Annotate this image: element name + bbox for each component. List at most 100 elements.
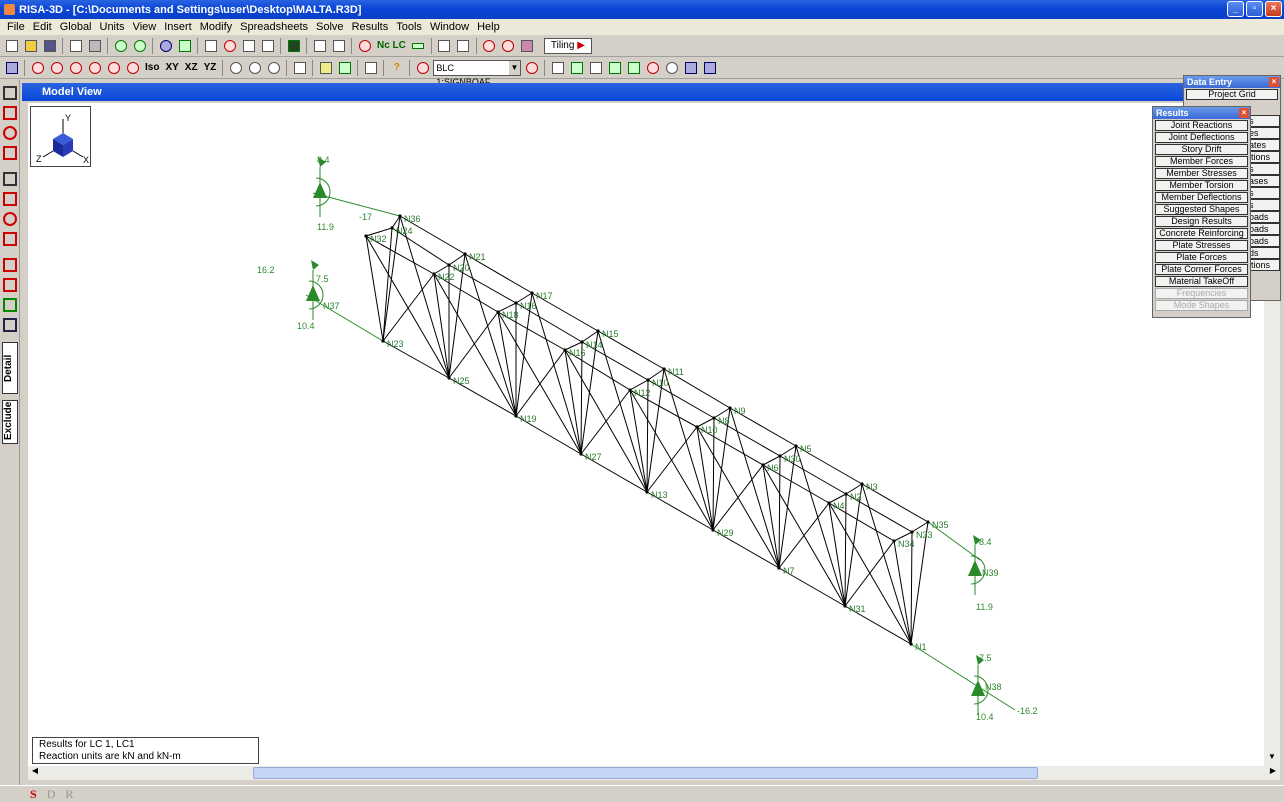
status-r[interactable]: R <box>65 787 73 802</box>
results-item-plate-corner-forces[interactable]: Plate Corner Forces <box>1155 264 1248 275</box>
joint[interactable] <box>398 214 402 218</box>
close-button[interactable]: × <box>1265 1 1282 17</box>
data-entry-close-icon[interactable]: × <box>1269 77 1279 87</box>
joint[interactable] <box>563 348 567 352</box>
shear-icon[interactable] <box>606 59 623 76</box>
data-entry-partial-item[interactable]: s <box>1246 187 1280 199</box>
truss-model[interactable]: N36N24N32N21N20N22N23N25N17N16N18N19N15N… <box>28 103 1264 766</box>
help-icon[interactable]: ? <box>388 59 405 76</box>
joint[interactable] <box>646 378 650 382</box>
menu-spreadsheets[interactable]: Spreadsheets <box>236 21 312 33</box>
joint[interactable] <box>645 490 649 494</box>
data-entry-partial-item[interactable]: s <box>1246 115 1280 127</box>
view-iso-button[interactable]: Iso <box>143 62 161 73</box>
view-xy-button[interactable]: XY <box>163 62 180 73</box>
spreadsheet-icon[interactable] <box>311 37 328 54</box>
joint[interactable] <box>728 406 732 410</box>
model-view-canvas[interactable]: N36 N24 N32 N21 N20 N22 N23 N25 N17 N16 N18 N19 N15 N… <box>28 103 1264 766</box>
plates-icon[interactable] <box>240 37 257 54</box>
load-case-select[interactable]: BLC 1:SIGNBOAF ▼ <box>433 59 522 87</box>
joint[interactable] <box>381 339 385 343</box>
joint[interactable] <box>390 226 394 230</box>
next-load-icon[interactable] <box>523 59 540 76</box>
scroll-down-icon[interactable]: ▼ <box>1264 752 1280 766</box>
joint[interactable] <box>712 416 716 420</box>
view-xz-button[interactable]: XZ <box>183 62 200 73</box>
data-entry-partial-item[interactable]: es <box>1246 127 1280 139</box>
web-member[interactable] <box>844 493 847 607</box>
web-member[interactable] <box>778 455 781 569</box>
results-item-member-stresses[interactable]: Member Stresses <box>1155 168 1248 179</box>
joint[interactable] <box>827 501 831 505</box>
joint[interactable] <box>580 340 584 344</box>
data-entry-partial-item[interactable]: ates <box>1246 139 1280 151</box>
joint[interactable] <box>662 367 666 371</box>
rotate-x-neg-icon[interactable] <box>86 59 103 76</box>
moment-icon[interactable] <box>587 59 604 76</box>
data-entry-item[interactable]: Project Grid <box>1186 89 1278 100</box>
rotate-y-icon[interactable] <box>48 59 65 76</box>
minimize-button[interactable]: _ <box>1227 1 1244 17</box>
results-icon[interactable] <box>356 37 373 54</box>
joint[interactable] <box>761 463 765 467</box>
calc-icon[interactable] <box>481 37 498 54</box>
status-s[interactable]: S <box>30 787 37 802</box>
boundary-icon[interactable] <box>3 298 17 312</box>
render-icon[interactable] <box>336 59 353 76</box>
draw-line-icon[interactable] <box>3 146 17 160</box>
data-entry-partial-item[interactable]: oads <box>1246 211 1280 223</box>
joint[interactable] <box>364 234 368 238</box>
results-item-plate-stresses[interactable]: Plate Stresses <box>1155 240 1248 251</box>
data-entry-partial-item[interactable]: s <box>1246 199 1280 211</box>
menu-solve[interactable]: Solve <box>312 21 348 33</box>
menu-global[interactable]: Global <box>56 21 96 33</box>
data-entry-partial-item[interactable]: ds <box>1246 247 1280 259</box>
joint[interactable] <box>447 263 451 267</box>
deflect-icon[interactable] <box>549 59 566 76</box>
results-item-member-torsion[interactable]: Member Torsion <box>1155 180 1248 191</box>
menu-edit[interactable]: Edit <box>29 21 56 33</box>
web-member[interactable] <box>828 502 846 607</box>
web-member[interactable] <box>762 464 780 569</box>
data-entry-partial-item[interactable]: itions <box>1246 259 1280 271</box>
support-line[interactable] <box>910 643 1016 711</box>
joint[interactable] <box>843 604 847 608</box>
joint[interactable] <box>530 291 534 295</box>
equals-icon[interactable] <box>410 37 427 54</box>
new-file-icon[interactable] <box>3 37 20 54</box>
torsion-icon[interactable] <box>625 59 642 76</box>
select-circle-icon[interactable] <box>3 212 17 226</box>
copy-icon[interactable] <box>67 37 84 54</box>
joint[interactable] <box>496 310 500 314</box>
results-item-plate-forces[interactable]: Plate Forces <box>1155 252 1248 263</box>
menu-tools[interactable]: Tools <box>392 21 426 33</box>
web-member[interactable] <box>564 349 582 455</box>
horizontal-scrollbar[interactable]: ◀ ▶ <box>28 766 1280 780</box>
zoom-in-icon[interactable] <box>227 59 244 76</box>
joint[interactable] <box>447 376 451 380</box>
results-item-suggested-shapes[interactable]: Suggested Shapes <box>1155 204 1248 215</box>
stress-icon[interactable] <box>644 59 661 76</box>
lock-icon[interactable] <box>3 318 17 332</box>
zoom-out-icon[interactable] <box>246 59 263 76</box>
joint[interactable] <box>628 388 632 392</box>
globe-icon[interactable] <box>157 37 174 54</box>
results-item-joint-reactions[interactable]: Joint Reactions <box>1155 120 1248 131</box>
results-item-concrete-reinforcing[interactable]: Concrete Reinforcing <box>1155 228 1248 239</box>
fit-view-icon[interactable] <box>291 59 308 76</box>
scroll-left-icon[interactable]: ◀ <box>28 766 42 780</box>
status-d[interactable]: D <box>47 787 56 802</box>
clone-view-icon[interactable] <box>362 59 379 76</box>
undo-icon[interactable] <box>112 37 129 54</box>
window-icon[interactable] <box>3 59 20 76</box>
exclude-tab[interactable]: Exclude <box>2 400 18 444</box>
rotate-z-icon[interactable] <box>67 59 84 76</box>
results-item-design-results[interactable]: Design Results <box>1155 216 1248 227</box>
menu-results[interactable]: Results <box>348 21 393 33</box>
data-entry-partial-item[interactable]: itions <box>1246 151 1280 163</box>
joint[interactable] <box>514 301 518 305</box>
rotate-z-neg-icon[interactable] <box>124 59 141 76</box>
data-entry-partial-item[interactable]: ases <box>1246 175 1280 187</box>
menu-units[interactable]: Units <box>96 21 129 33</box>
grid-view-icon[interactable] <box>682 59 699 76</box>
